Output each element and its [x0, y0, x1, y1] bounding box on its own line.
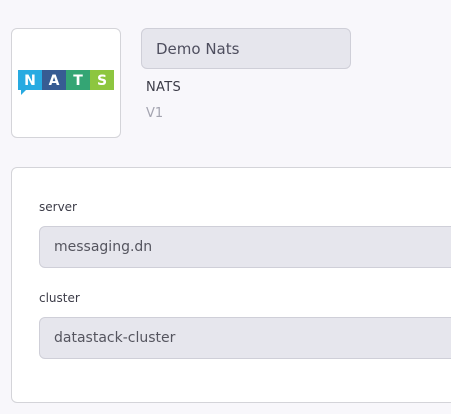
connector-version-label: V1 — [146, 106, 164, 121]
server-field-label: server — [39, 200, 77, 214]
nats-logo-icon: N A T S — [18, 70, 114, 95]
cluster-field-label: cluster — [39, 291, 80, 305]
server-input[interactable] — [39, 226, 451, 268]
svg-text:T: T — [73, 73, 83, 89]
svg-text:A: A — [49, 73, 60, 89]
connector-config-card: server cluster — [11, 167, 451, 403]
cluster-input[interactable] — [39, 317, 451, 359]
connector-type-label: NATS — [146, 80, 182, 95]
svg-text:S: S — [97, 73, 107, 89]
connector-name-input[interactable] — [141, 28, 351, 69]
svg-text:N: N — [24, 73, 36, 89]
connector-page: N A T S NATS V1 server cluster — [0, 0, 451, 414]
connector-logo-card: N A T S — [11, 28, 121, 138]
